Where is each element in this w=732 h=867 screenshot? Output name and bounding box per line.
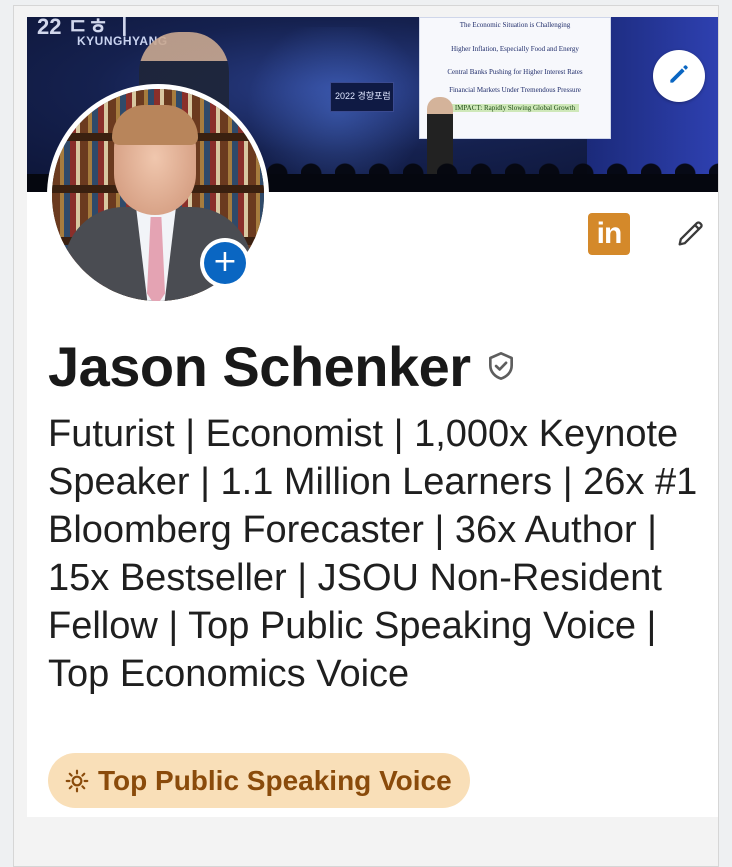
edit-profile-button[interactable] <box>671 215 711 255</box>
lightbulb-icon <box>64 768 90 794</box>
profile-headline: Futurist | Economist | 1,000x Keynote Sp… <box>48 413 698 695</box>
edit-banner-button[interactable] <box>653 50 705 102</box>
slide-line: The Economic Situation is Challenging <box>459 21 571 29</box>
slide-line: Central Banks Pushing for Higher Interes… <box>447 68 583 76</box>
slide-line: Financial Markets Under Tremendous Press… <box>449 86 581 94</box>
profile-card: 22 ㄷㅎ ㅣ KYUNGHYANG 2022 경향포럼 The Economi… <box>27 17 718 817</box>
slide-line-highlight: IMPACT: Rapidly Slowing Global Growth <box>450 104 580 112</box>
name-row: Jason Schenker <box>48 334 519 398</box>
plus-icon: + <box>204 242 246 284</box>
top-voice-badge[interactable]: Top Public Speaking Voice <box>48 753 470 808</box>
profile-name: Jason Schenker <box>48 334 471 398</box>
avatar-hair <box>112 105 198 145</box>
shield-check-icon[interactable] <box>485 349 519 383</box>
slide-line: Higher Inflation, Especially Food and En… <box>451 45 579 53</box>
banner-event-logo: 2022 경향포럼 <box>335 91 391 101</box>
badge-label: Top Public Speaking Voice <box>98 764 452 796</box>
linkedin-logo-icon[interactable]: in <box>588 213 630 255</box>
pencil-icon <box>666 61 692 92</box>
pencil-icon <box>674 216 708 255</box>
add-photo-button[interactable]: + <box>200 238 250 288</box>
